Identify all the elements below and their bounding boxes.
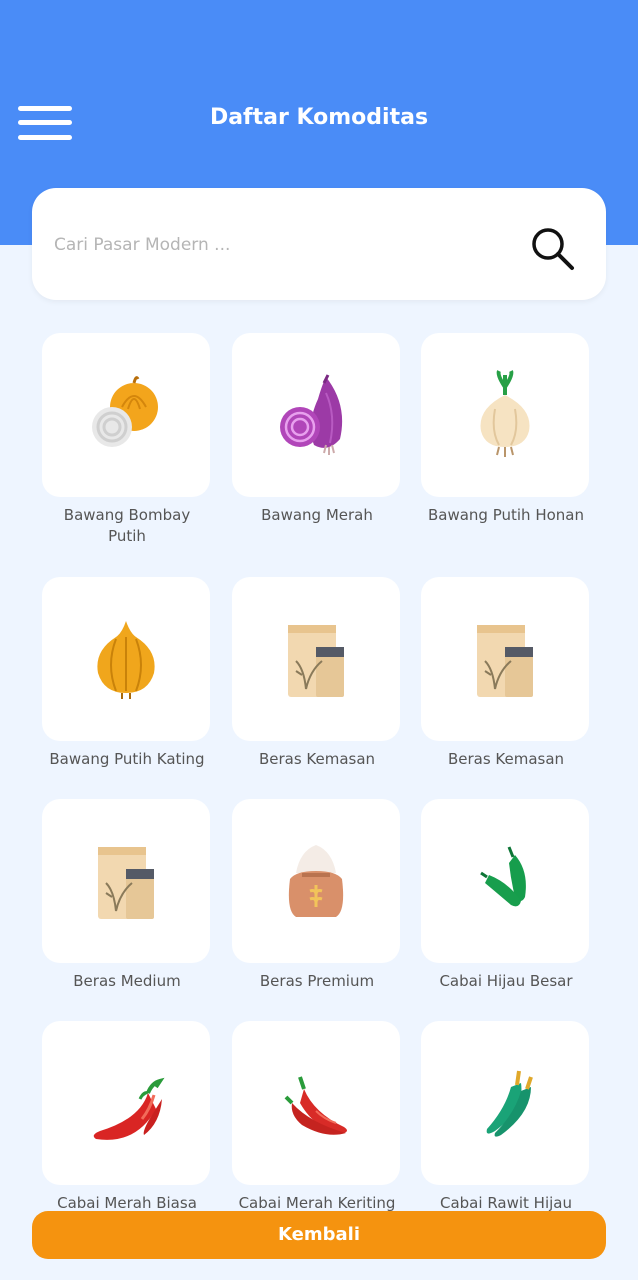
commodity-card[interactable] [42,577,210,741]
commodity-card[interactable] [421,577,589,741]
commodity-card[interactable] [42,1021,210,1185]
commodity-label: Beras Kemasan [447,750,565,768]
commodity-card[interactable] [42,799,210,963]
commodity-card[interactable] [232,799,400,963]
red-chili-icon [93,1077,165,1140]
rice-package-icon [98,847,154,919]
onion-icon [92,376,158,447]
app-screen: Daftar Komoditas Bawang Bombay Putih [0,0,638,1280]
commodity-label: Beras Premium [259,972,375,990]
onion-icon [97,621,155,699]
commodity-grid: Bawang Bombay Putih Bawang Merah Bawang … [0,0,638,1280]
commodity-card[interactable] [232,333,400,497]
commodity-label: Beras Kemasan [258,750,376,768]
commodity-card[interactable] [421,1021,589,1185]
rice-sack-icon [288,845,344,917]
commodity-card[interactable] [42,333,210,497]
green-chili-icon [480,846,526,907]
back-button[interactable]: Kembali [32,1211,606,1259]
commodity-label: Cabai Hijau Besar [439,972,573,990]
commodity-card[interactable] [232,1021,400,1185]
garlic-icon [480,370,530,457]
green-chili-icon [486,1070,533,1137]
commodity-label: Bawang Putih Kating [49,750,205,768]
red-onion-icon [280,374,343,455]
commodity-card[interactable] [421,333,589,497]
commodity-card[interactable] [232,577,400,741]
commodity-card[interactable] [421,799,589,963]
red-chili-icon [284,1076,347,1135]
rice-package-icon [477,625,533,697]
commodity-label: Beras Medium [73,972,181,990]
commodity-label: Bawang Putih Honan [427,506,584,524]
rice-package-icon [288,625,344,697]
commodity-label: Bawang Merah [261,506,373,524]
commodity-label: Bawang Bombay Putih [63,506,191,545]
